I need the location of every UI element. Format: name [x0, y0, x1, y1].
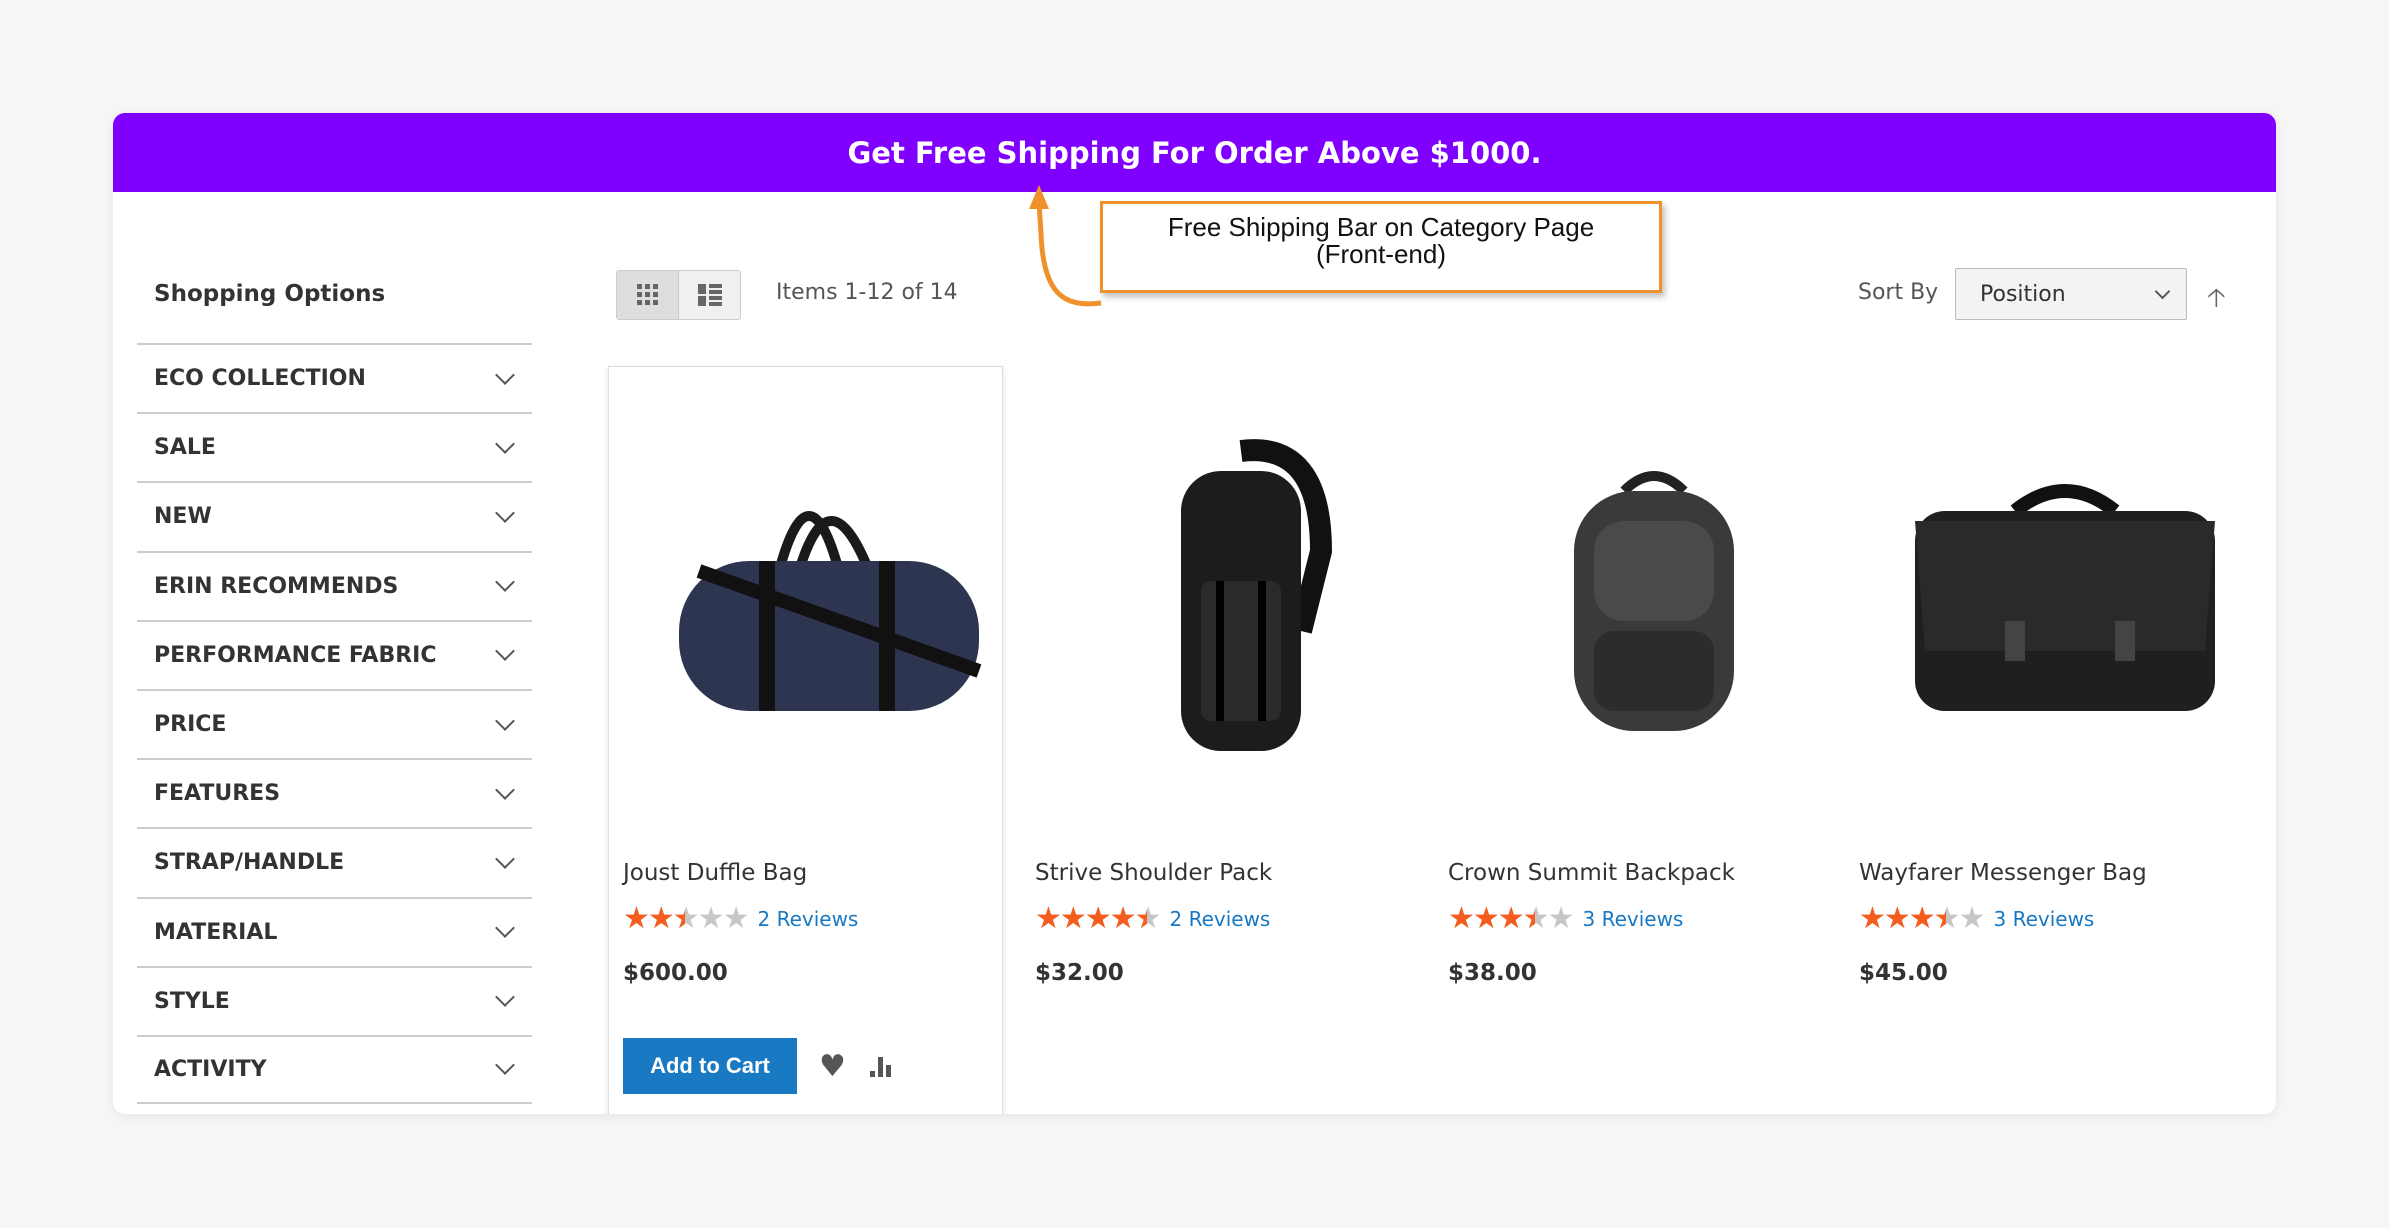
star-rating-icon: ★★★★★★★★★★ — [1448, 901, 1574, 936]
filter-item[interactable]: NEW — [137, 481, 532, 550]
product-name[interactable]: Wayfarer Messenger Bag — [1859, 860, 2271, 886]
filter-label: ECO COLLECTION — [154, 366, 366, 392]
chevron-down-icon — [495, 779, 515, 800]
list-view-button[interactable] — [679, 271, 740, 319]
filter-item[interactable]: ACTIVITY — [137, 1034, 532, 1105]
product-price: $600.00 — [623, 960, 728, 986]
star-rating-icon: ★★★★★★★★★★ — [623, 901, 749, 936]
chevron-down-icon — [495, 987, 515, 1008]
add-to-cart-button[interactable]: Add to Cart — [623, 1038, 797, 1094]
free-shipping-bar: Get Free Shipping For Order Above $1000. — [113, 113, 2276, 192]
chevron-down-icon — [495, 918, 515, 938]
category-page: Get Free Shipping For Order Above $1000.… — [113, 113, 2276, 1114]
product-price: $45.00 — [1859, 960, 1948, 986]
chevron-down-icon — [495, 849, 515, 869]
filter-label: STRAP/HANDLE — [154, 850, 345, 876]
product-image-sling-backpack[interactable] — [1035, 403, 1447, 798]
product-rating: ★★★★★★★★★★ 3 Reviews — [1448, 904, 1860, 934]
product-item: Joust Duffle Bag ★★★★★★★★★★ 2 Reviews $60… — [623, 403, 1035, 1094]
chevron-down-icon — [495, 433, 515, 454]
product-name[interactable]: Strive Shoulder Pack — [1035, 860, 1447, 886]
filter-label: SALE — [154, 435, 216, 461]
filter-label: PERFORMANCE FABRIC — [154, 642, 437, 668]
list-icon — [697, 284, 722, 306]
product-rating: ★★★★★★★★★★ 2 Reviews — [623, 904, 1035, 934]
filter-item[interactable]: STYLE — [137, 965, 532, 1035]
product-item: Strive Shoulder Pack ★★★★★★★★★★ 2 Reviews… — [1035, 403, 1447, 986]
grid-view-button[interactable] — [617, 271, 679, 319]
filter-item[interactable]: ERIN RECOMMENDS — [137, 550, 532, 620]
chevron-down-icon — [495, 641, 515, 662]
product-image-backpack[interactable] — [1448, 403, 1860, 798]
chevron-down-icon — [495, 503, 515, 523]
product-rating: ★★★★★★★★★★ 2 Reviews — [1035, 904, 1447, 934]
filter-label: MATERIAL — [154, 919, 278, 945]
filter-list: ECO COLLECTION SALE NEW ERIN RECOMMENDS PERF… — [137, 343, 532, 1105]
free-shipping-text: Get Free Shipping For Order Above $1000. — [847, 135, 1542, 170]
chevron-down-icon — [495, 710, 515, 731]
shopping-options-title: Shopping Options — [154, 281, 386, 307]
product-item: Wayfarer Messenger Bag ★★★★★★★★★★ 3 Revie… — [1859, 403, 2271, 986]
items-count: Items 1-12 of 14 — [776, 280, 958, 305]
reviews-link[interactable]: 3 Reviews — [1993, 907, 2094, 931]
product-rating: ★★★★★★★★★★ 3 Reviews — [1859, 904, 2271, 934]
product-item: Crown Summit Backpack ★★★★★★★★★★ 3 Review… — [1448, 403, 1860, 986]
annotation-callout: Free Shipping Bar on Category Page (Fron… — [1100, 201, 1662, 293]
sort-select-value: Position — [1980, 281, 2066, 307]
arrow-up-icon[interactable]: 🡡 — [2207, 279, 2226, 323]
filter-label: ERIN RECOMMENDS — [154, 573, 399, 599]
annotation-line-1: Free Shipping Bar on Category Page — [1167, 212, 1595, 242]
product-price: $32.00 — [1035, 960, 1124, 986]
product-actions: Add to Cart ♥ — [623, 1038, 1035, 1094]
product-image-messenger-bag[interactable] — [1859, 403, 2271, 798]
reviews-link[interactable]: 2 Reviews — [1169, 907, 1270, 931]
chevron-down-icon — [495, 1055, 515, 1076]
chevron-down-icon — [495, 364, 515, 385]
annotation-arrow — [1029, 185, 1102, 307]
product-name[interactable]: Joust Duffle Bag — [623, 860, 1035, 886]
filter-item[interactable]: ECO COLLECTION — [137, 343, 532, 412]
sort-select[interactable]: Position — [1955, 268, 2187, 320]
sort-by-label: Sort By — [1858, 280, 1939, 305]
star-rating-icon: ★★★★★★★★★★ — [1035, 901, 1161, 936]
reviews-link[interactable]: 2 Reviews — [757, 907, 858, 931]
product-price: $38.00 — [1448, 960, 1537, 986]
view-mode-toggle — [616, 270, 741, 320]
product-name[interactable]: Crown Summit Backpack — [1448, 860, 1860, 886]
filter-item[interactable]: STRAP/HANDLE — [137, 827, 532, 896]
filter-item[interactable]: MATERIAL — [137, 896, 532, 966]
grid-icon — [636, 284, 658, 305]
product-image-duffle-bag[interactable] — [623, 403, 1035, 798]
filter-label: NEW — [154, 504, 212, 530]
chevron-down-icon — [2154, 283, 2171, 299]
heart-icon[interactable]: ♥ — [819, 1049, 846, 1084]
annotation-line-2: (Front-end) — [1315, 239, 1447, 269]
filter-item[interactable]: PRICE — [137, 688, 532, 758]
filter-item[interactable]: SALE — [137, 412, 532, 481]
star-rating-icon: ★★★★★★★★★★ — [1859, 901, 1985, 936]
filter-label: PRICE — [154, 712, 227, 738]
reviews-link[interactable]: 3 Reviews — [1582, 907, 1683, 931]
filter-label: ACTIVITY — [154, 1056, 267, 1082]
bar-chart-icon[interactable] — [868, 1053, 894, 1079]
filter-label: FEATURES — [154, 781, 281, 807]
filter-item[interactable]: PERFORMANCE FABRIC — [137, 619, 532, 689]
filter-item[interactable]: FEATURES — [137, 758, 532, 827]
chevron-down-icon — [495, 572, 515, 593]
filter-label: STYLE — [154, 988, 230, 1014]
